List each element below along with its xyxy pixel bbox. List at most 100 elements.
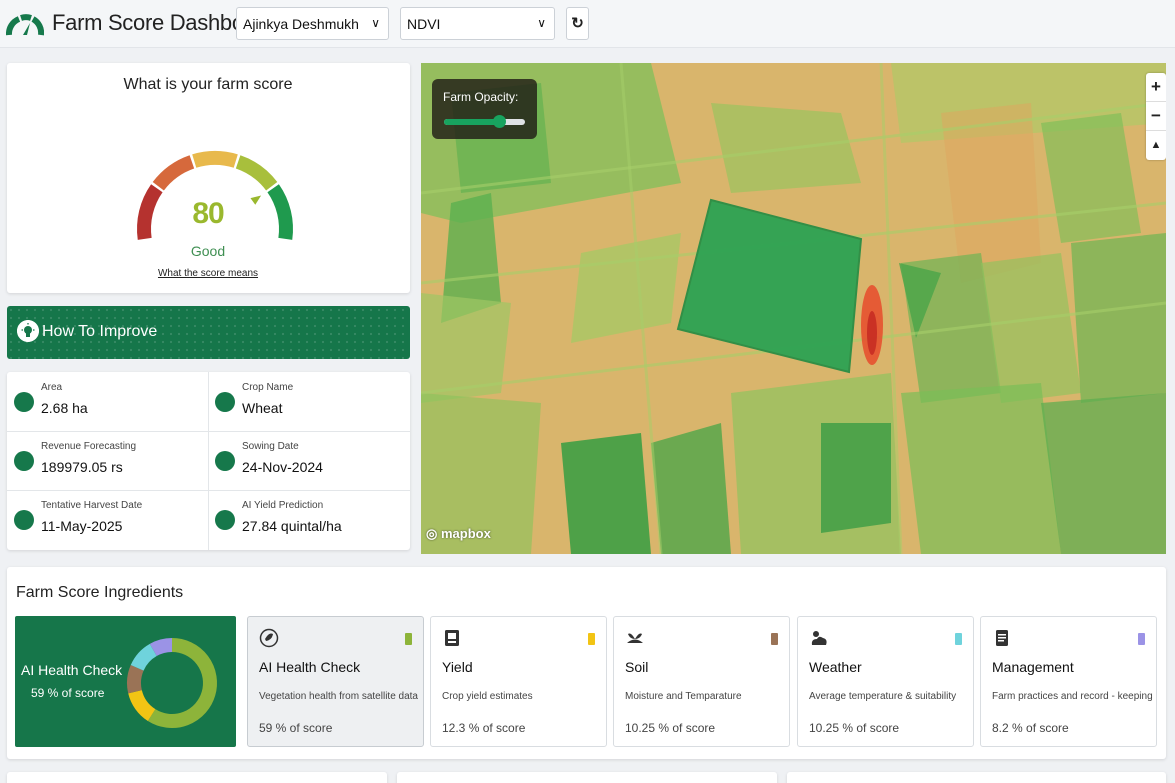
ingredients-title: Farm Score Ingredients — [16, 584, 184, 601]
info-revenue: Revenue Forecasting 189979.05 rs — [7, 431, 208, 490]
layer-select-value: NDVI — [407, 16, 441, 32]
ingredient-pct: 10.25 % of score — [625, 721, 716, 735]
info-value: Wheat — [242, 400, 283, 416]
how-to-improve-button[interactable]: How To Improve — [7, 306, 410, 359]
summary-pct: 59 % of score — [31, 686, 105, 700]
ingredient-color-marker — [1138, 633, 1145, 645]
score-label: Good — [190, 243, 226, 259]
compass-button[interactable]: ▲ — [1146, 131, 1166, 160]
farmer-select[interactable]: Ajinkya Deshmukh ∨ — [236, 7, 389, 40]
score-meaning-link[interactable]: What the score means — [7, 268, 409, 279]
gauge-segment — [235, 155, 278, 191]
slider-thumb[interactable] — [493, 115, 507, 128]
score-card: What is your farm score 80 Good What the… — [7, 63, 410, 293]
ndvi-map[interactable]: Farm Opacity: + − ▲ ◎ mapbox — [421, 63, 1166, 554]
ingredient-pct: 12.3 % of score — [442, 721, 526, 735]
donut-slice — [130, 643, 158, 671]
info-label: Sowing Date — [242, 441, 299, 452]
info-label: Revenue Forecasting — [41, 441, 137, 452]
ingredient-name: Soil — [625, 659, 649, 675]
info-value: 27.84 quintal/ha — [242, 518, 342, 534]
management-icon — [996, 630, 1008, 646]
chevron-down-icon: ∨ — [371, 16, 380, 30]
bottom-card — [7, 772, 387, 783]
bottom-card — [787, 772, 1166, 783]
farm-opacity-control: Farm Opacity: — [432, 79, 537, 139]
farm-opacity-slider[interactable] — [444, 115, 525, 128]
bottom-card — [397, 772, 777, 783]
ingredient-pct: 8.2 % of score — [992, 721, 1069, 735]
ingredient-desc: Crop yield estimates — [442, 691, 533, 702]
farm-score-ingredients: Farm Score Ingredients AI Health Check 5… — [7, 567, 1166, 759]
info-value: 2.68 ha — [41, 400, 88, 416]
ingredient-color-marker — [405, 633, 412, 645]
mapbox-label: mapbox — [440, 526, 491, 541]
ai-health-check-summary: AI Health Check 59 % of score — [15, 616, 236, 747]
ingredient-card-yield[interactable]: Yield Crop yield estimates 12.3 % of sco… — [430, 616, 607, 747]
ingredient-card-management[interactable]: Management Farm practices and record - k… — [980, 616, 1157, 747]
ingredient-card-ai-health[interactable]: AI Health Check Vegetation health from s… — [247, 616, 424, 747]
info-value: 11-May-2025 — [41, 518, 123, 534]
top-bar: Farm Score Dashboard Ajinkya Deshmukh ∨ … — [0, 0, 1175, 48]
ingredient-card-weather[interactable]: Weather Average temperature & suitabilit… — [797, 616, 974, 747]
leaf-check-icon — [259, 628, 279, 648]
mapbox-logo[interactable]: ◎ mapbox — [426, 526, 491, 542]
chevron-down-icon: ∨ — [537, 16, 546, 30]
slider-fill — [444, 119, 500, 125]
info-area: Area 2.68 ha — [7, 372, 208, 431]
farm-info-grid: Area 2.68 ha Crop Name Wheat Revenue For… — [7, 372, 410, 550]
info-value: 189979.05 rs — [41, 459, 123, 475]
zoom-in-button[interactable]: + — [1146, 73, 1166, 102]
map-zoom-controls: + − ▲ — [1146, 73, 1166, 160]
donut-slice — [147, 638, 217, 728]
ingredient-name: AI Health Check — [259, 659, 361, 675]
ingredient-desc: Vegetation health from satellite data — [259, 691, 418, 702]
donut-slice — [127, 665, 144, 694]
donut-slice — [128, 689, 156, 721]
yield-icon — [445, 630, 459, 646]
refresh-icon: ↻ — [571, 15, 584, 32]
ingredient-card-soil[interactable]: Soil Moisture and Temparature 10.25 % of… — [613, 616, 790, 747]
info-sowing-date: Sowing Date 24-Nov-2024 — [208, 431, 409, 490]
donut-slice — [149, 638, 173, 657]
harvest-icon — [14, 510, 34, 530]
area-icon — [14, 392, 34, 412]
soil-icon — [627, 633, 643, 643]
zoom-out-button[interactable]: − — [1146, 102, 1166, 131]
ingredient-pct: 59 % of score — [259, 721, 333, 735]
ingredient-desc: Farm practices and record - keeping — [992, 691, 1153, 702]
farm-opacity-label: Farm Opacity: — [443, 90, 519, 104]
ingredient-name: Weather — [809, 659, 862, 675]
how-to-improve-label: How To Improve — [42, 323, 158, 340]
farmer-select-value: Ajinkya Deshmukh — [243, 16, 359, 32]
ingredient-name: Management — [992, 659, 1074, 675]
gauge-segment — [152, 155, 195, 191]
info-label: Area — [41, 382, 63, 393]
info-harvest-date: Tentative Harvest Date 11-May-2025 — [7, 490, 208, 549]
ingredient-color-marker — [588, 633, 595, 645]
gauge-segment — [192, 151, 238, 168]
info-label: AI Yield Prediction — [242, 500, 324, 511]
info-label: Crop Name — [242, 382, 294, 393]
info-value: 24-Nov-2024 — [242, 459, 323, 475]
score-donut-chart — [127, 638, 217, 728]
yield-prediction-icon — [215, 510, 235, 530]
info-yield-prediction: AI Yield Prediction 27.84 quintal/ha — [208, 490, 409, 549]
info-crop-name: Crop Name Wheat — [208, 372, 409, 431]
layer-select[interactable]: NDVI ∨ — [400, 7, 555, 40]
sowing-icon — [215, 451, 235, 471]
ingredient-desc: Average temperature & suitability — [809, 691, 957, 702]
crop-icon — [215, 392, 235, 412]
revenue-icon — [14, 451, 34, 471]
ingredient-desc: Moisture and Temparature — [625, 691, 742, 702]
score-value: 80 — [192, 197, 224, 230]
ingredient-name: Yield — [442, 659, 473, 675]
lightbulb-icon — [17, 320, 39, 342]
ingredient-color-marker — [955, 633, 962, 645]
gauge-logo-icon — [6, 14, 44, 36]
ingredient-pct: 10.25 % of score — [809, 721, 900, 735]
info-label: Tentative Harvest Date — [41, 500, 143, 511]
refresh-button[interactable]: ↻ — [566, 7, 589, 40]
weather-icon — [811, 631, 827, 645]
ingredient-color-marker — [771, 633, 778, 645]
